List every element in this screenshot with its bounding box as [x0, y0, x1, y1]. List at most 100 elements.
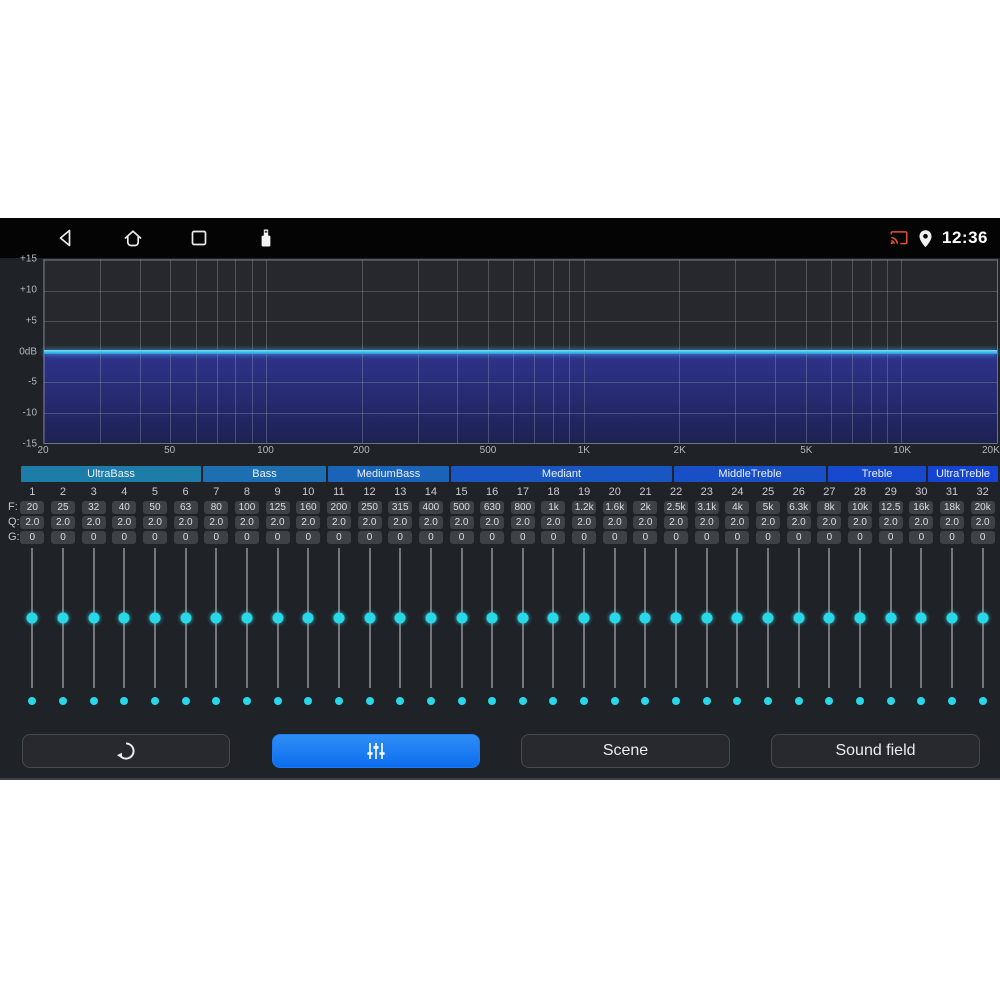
slider-knob[interactable]: [149, 612, 161, 624]
channel-indicator-dot[interactable]: [518, 697, 527, 705]
channel-indicator-dot[interactable]: [610, 697, 619, 705]
f-value-chip[interactable]: 3.1k: [694, 500, 719, 514]
f-value-chip[interactable]: 1k: [541, 500, 566, 514]
slider-knob[interactable]: [609, 612, 621, 624]
eq-slider-band-18[interactable]: [538, 548, 569, 688]
g-value-chip[interactable]: 0: [664, 530, 689, 544]
channel-indicator-dot[interactable]: [764, 697, 773, 705]
slider-knob[interactable]: [210, 612, 222, 624]
f-value-chip[interactable]: 6.3k: [786, 500, 811, 514]
channel-indicator-dot[interactable]: [304, 697, 313, 705]
f-value-chip[interactable]: 10k: [848, 500, 873, 514]
f-value-chip[interactable]: 20k: [970, 500, 995, 514]
g-value-chip[interactable]: 0: [786, 530, 811, 544]
f-value-chip[interactable]: 5k: [756, 500, 781, 514]
g-value-chip[interactable]: 0: [50, 530, 75, 544]
recents-square-icon[interactable]: [188, 227, 210, 249]
eq-slider-band-31[interactable]: [937, 548, 968, 688]
slider-knob[interactable]: [977, 612, 989, 624]
q-value-chip[interactable]: 2.0: [480, 515, 505, 529]
g-value-chip[interactable]: 0: [142, 530, 167, 544]
q-value-chip[interactable]: 2.0: [878, 515, 903, 529]
q-value-chip[interactable]: 2.0: [725, 515, 750, 529]
channel-indicator-dot[interactable]: [334, 697, 343, 705]
channel-indicator-dot[interactable]: [672, 697, 681, 705]
q-value-chip[interactable]: 2.0: [848, 515, 873, 529]
channel-indicator-dot[interactable]: [978, 697, 987, 705]
g-value-chip[interactable]: 0: [449, 530, 474, 544]
q-value-chip[interactable]: 2.0: [388, 515, 413, 529]
q-value-chip[interactable]: 2.0: [940, 515, 965, 529]
g-value-chip[interactable]: 0: [633, 530, 658, 544]
q-value-chip[interactable]: 2.0: [418, 515, 443, 529]
channel-indicator-dot[interactable]: [28, 697, 37, 705]
g-value-chip[interactable]: 0: [940, 530, 965, 544]
slider-knob[interactable]: [517, 612, 529, 624]
q-value-chip[interactable]: 2.0: [633, 515, 658, 529]
g-value-chip[interactable]: 0: [756, 530, 781, 544]
reset-button[interactable]: [22, 734, 230, 768]
channel-indicator-dot[interactable]: [886, 697, 895, 705]
eq-slider-band-27[interactable]: [814, 548, 845, 688]
g-value-chip[interactable]: 0: [602, 530, 627, 544]
f-value-chip[interactable]: 18k: [940, 500, 965, 514]
g-value-chip[interactable]: 0: [326, 530, 351, 544]
back-arrow-icon[interactable]: [55, 227, 77, 249]
eq-slider-band-17[interactable]: [508, 548, 539, 688]
q-value-chip[interactable]: 2.0: [204, 515, 229, 529]
channel-indicator-dot[interactable]: [549, 697, 558, 705]
eq-slider-band-12[interactable]: [354, 548, 385, 688]
channel-indicator-dot[interactable]: [58, 697, 67, 705]
slider-knob[interactable]: [885, 612, 897, 624]
g-value-chip[interactable]: 0: [848, 530, 873, 544]
channel-indicator-dot[interactable]: [856, 697, 865, 705]
g-value-chip[interactable]: 0: [572, 530, 597, 544]
eq-slider-band-16[interactable]: [477, 548, 508, 688]
g-value-chip[interactable]: 0: [204, 530, 229, 544]
channel-indicator-dot[interactable]: [426, 697, 435, 705]
g-value-chip[interactable]: 0: [970, 530, 995, 544]
eq-slider-band-32[interactable]: [967, 548, 998, 688]
f-value-chip[interactable]: 32: [81, 500, 106, 514]
q-value-chip[interactable]: 2.0: [234, 515, 259, 529]
channel-indicator-dot[interactable]: [794, 697, 803, 705]
scene-button[interactable]: Scene: [521, 734, 730, 768]
slider-knob[interactable]: [670, 612, 682, 624]
f-value-chip[interactable]: 630: [480, 500, 505, 514]
eq-slider-band-14[interactable]: [416, 548, 447, 688]
q-value-chip[interactable]: 2.0: [510, 515, 535, 529]
f-value-chip[interactable]: 315: [388, 500, 413, 514]
channel-indicator-dot[interactable]: [580, 697, 589, 705]
eq-slider-band-30[interactable]: [906, 548, 937, 688]
f-value-chip[interactable]: 200: [326, 500, 351, 514]
f-value-chip[interactable]: 4k: [725, 500, 750, 514]
q-value-chip[interactable]: 2.0: [50, 515, 75, 529]
channel-indicator-dot[interactable]: [212, 697, 221, 705]
channel-indicator-dot[interactable]: [702, 697, 711, 705]
slider-knob[interactable]: [364, 612, 376, 624]
eq-slider-band-5[interactable]: [140, 548, 171, 688]
channel-indicator-dot[interactable]: [917, 697, 926, 705]
f-value-chip[interactable]: 40: [112, 500, 137, 514]
channel-indicator-dot[interactable]: [242, 697, 251, 705]
home-icon[interactable]: [122, 227, 144, 249]
q-value-chip[interactable]: 2.0: [970, 515, 995, 529]
channel-indicator-dot[interactable]: [181, 697, 190, 705]
f-value-chip[interactable]: 1.2k: [572, 500, 597, 514]
g-value-chip[interactable]: 0: [510, 530, 535, 544]
g-value-chip[interactable]: 0: [357, 530, 382, 544]
eq-slider-band-15[interactable]: [446, 548, 477, 688]
q-value-chip[interactable]: 2.0: [756, 515, 781, 529]
eq-slider-band-13[interactable]: [385, 548, 416, 688]
slider-knob[interactable]: [272, 612, 284, 624]
f-value-chip[interactable]: 400: [418, 500, 443, 514]
eq-slider-band-10[interactable]: [293, 548, 324, 688]
sound-field-button[interactable]: Sound field: [771, 734, 980, 768]
q-value-chip[interactable]: 2.0: [265, 515, 290, 529]
slider-knob[interactable]: [333, 612, 345, 624]
eq-slider-band-9[interactable]: [262, 548, 293, 688]
f-value-chip[interactable]: 80: [204, 500, 229, 514]
q-value-chip[interactable]: 2.0: [817, 515, 842, 529]
f-value-chip[interactable]: 12.5: [878, 500, 903, 514]
g-value-chip[interactable]: 0: [234, 530, 259, 544]
